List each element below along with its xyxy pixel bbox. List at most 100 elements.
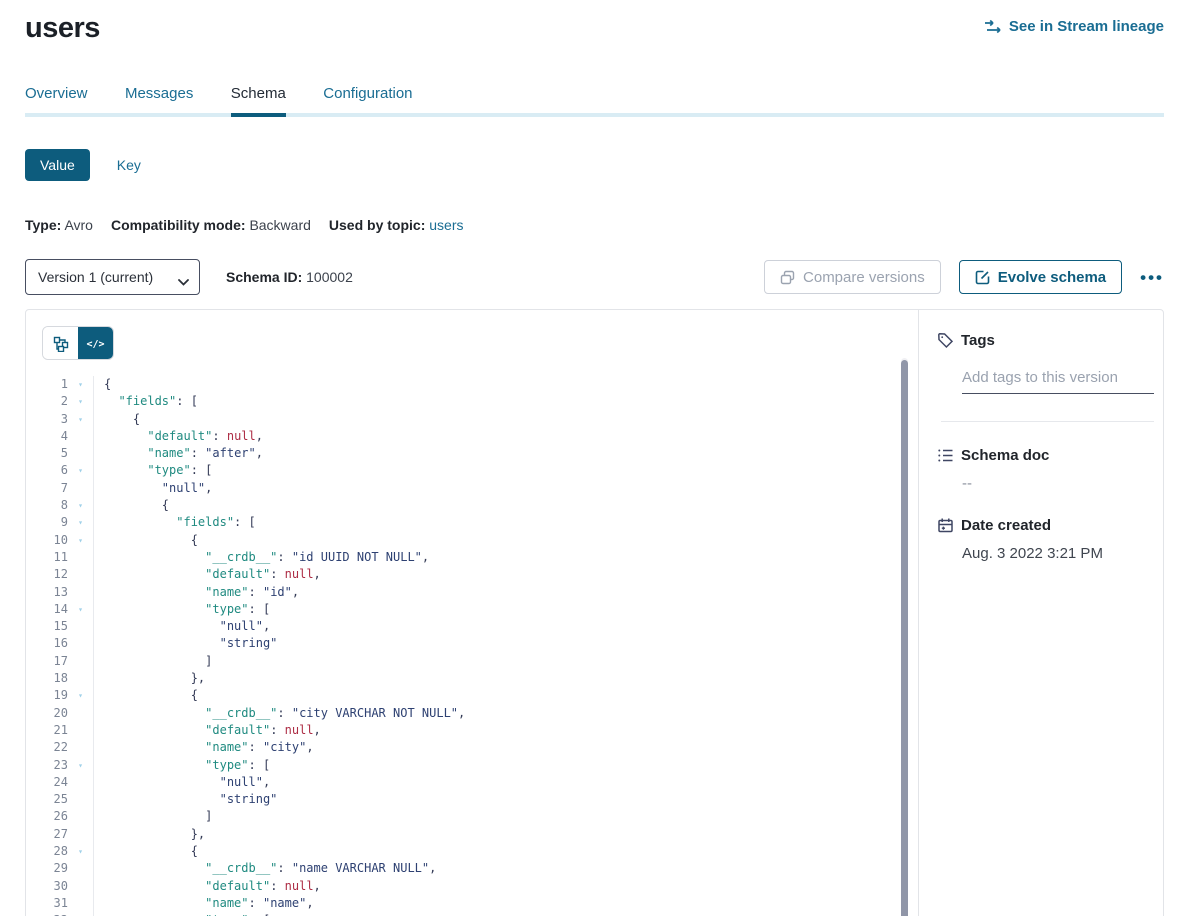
code-token: { <box>162 498 169 512</box>
date-created-title: Date created <box>961 517 1051 534</box>
fold-spacer <box>68 670 94 687</box>
edit-icon <box>975 270 990 285</box>
tree-view-button[interactable] <box>43 327 78 360</box>
fold-spacer <box>68 480 94 497</box>
code-line: 15 "null", <box>42 618 918 635</box>
code-token: , <box>314 723 321 737</box>
schema-controls-row: Version 1 (current) Schema ID: 100002 <box>25 259 1164 295</box>
code-line-text: "null", <box>94 480 212 497</box>
key-toggle-button[interactable]: Key <box>117 157 141 173</box>
tab-configuration[interactable]: Configuration <box>323 85 412 113</box>
code-line-text: { <box>94 376 111 393</box>
code-token: : <box>212 429 226 443</box>
code-line: 7 "null", <box>42 480 918 497</box>
code-token: "default" <box>205 723 270 737</box>
code-line-text: { <box>94 843 198 860</box>
code-token: , <box>422 550 429 564</box>
date-created-header: Date created <box>937 517 1154 534</box>
code-line-text: "null", <box>94 618 270 635</box>
code-token: , <box>205 481 212 495</box>
evolve-schema-button[interactable]: Evolve schema <box>959 260 1122 294</box>
code-token: : <box>249 740 263 754</box>
schema-id-group: Schema ID: 100002 <box>226 269 353 285</box>
fold-spacer <box>68 895 94 912</box>
versions-copy-icon <box>780 270 795 285</box>
line-number: 24 <box>42 774 68 791</box>
code-line: 27 }, <box>42 826 918 843</box>
used-by-topic-label: Used by topic: <box>329 217 425 233</box>
code-area[interactable]: 1▾{2▾ "fields": [3▾ {4 "default": null,5… <box>42 376 918 916</box>
code-token: "name" <box>205 740 248 754</box>
code-token: : [ <box>176 394 198 408</box>
code-line-text: "fields": [ <box>94 393 198 410</box>
code-line-text: "fields": [ <box>94 514 256 531</box>
code-line: 25 "string" <box>42 791 918 808</box>
code-view-button[interactable]: </> <box>78 327 113 360</box>
fold-spacer <box>68 445 94 462</box>
tab-messages[interactable]: Messages <box>125 85 193 113</box>
line-number: 18 <box>42 670 68 687</box>
schema-meta-row: Type: Avro Compatibility mode: Backward … <box>25 217 1164 233</box>
code-line: 24 "null", <box>42 774 918 791</box>
fold-arrow-icon[interactable]: ▾ <box>68 757 94 774</box>
compare-versions-label: Compare versions <box>803 269 925 286</box>
code-line: 9▾ "fields": [ <box>42 514 918 531</box>
code-line: 20 "__crdb__": "city VARCHAR NOT NULL", <box>42 705 918 722</box>
fold-arrow-icon[interactable]: ▾ <box>68 843 94 860</box>
line-number: 13 <box>42 584 68 601</box>
tab-overview[interactable]: Overview <box>25 85 88 113</box>
code-token: : <box>277 861 291 875</box>
code-token: "fields" <box>118 394 176 408</box>
code-token: , <box>256 446 263 460</box>
line-number: 28 <box>42 843 68 860</box>
schema-panel: </> 1▾{2▾ "fields": [3▾ {4 "default": nu… <box>25 309 1164 916</box>
compatibility-label: Compatibility mode: <box>111 217 246 233</box>
type-group: Type: Avro <box>25 217 93 233</box>
schema-doc-title: Schema doc <box>961 447 1049 464</box>
code-line-text: { <box>94 687 198 704</box>
fold-arrow-icon[interactable]: ▾ <box>68 912 94 916</box>
fold-arrow-icon[interactable]: ▾ <box>68 376 94 393</box>
stream-lineage-link[interactable]: See in Stream lineage <box>984 18 1164 35</box>
code-token: "null" <box>220 775 263 789</box>
fold-arrow-icon[interactable]: ▾ <box>68 532 94 549</box>
editor-scrollbar-thumb[interactable] <box>901 360 908 916</box>
line-number: 21 <box>42 722 68 739</box>
code-token: { <box>191 533 198 547</box>
version-select[interactable]: Version 1 (current) <box>25 259 200 295</box>
more-options-icon[interactable]: ••• <box>1140 269 1164 286</box>
fold-arrow-icon[interactable]: ▾ <box>68 687 94 704</box>
code-token: "name" <box>263 896 306 910</box>
code-token: { <box>191 688 198 702</box>
add-tags-input[interactable] <box>962 369 1154 394</box>
fold-spacer <box>68 428 94 445</box>
code-token: "type" <box>205 602 248 616</box>
fold-arrow-icon[interactable]: ▾ <box>68 411 94 428</box>
code-line: 32▾ "type": [ <box>42 912 918 916</box>
code-token: "null" <box>220 619 263 633</box>
fold-spacer <box>68 808 94 825</box>
code-token: : <box>249 896 263 910</box>
used-by-topic-link[interactable]: users <box>429 217 463 233</box>
fold-arrow-icon[interactable]: ▾ <box>68 497 94 514</box>
line-number: 1 <box>42 376 68 393</box>
code-token: "default" <box>205 567 270 581</box>
compare-versions-button[interactable]: Compare versions <box>764 260 941 294</box>
fold-arrow-icon[interactable]: ▾ <box>68 514 94 531</box>
code-token: "default" <box>205 879 270 893</box>
fold-arrow-icon[interactable]: ▾ <box>68 462 94 479</box>
code-line: 26 ] <box>42 808 918 825</box>
tab-schema[interactable]: Schema <box>231 85 286 117</box>
code-token: : [ <box>249 758 271 772</box>
line-number: 26 <box>42 808 68 825</box>
code-line-text: "name": "id", <box>94 584 299 601</box>
code-token: "name VARCHAR NULL" <box>292 861 429 875</box>
value-toggle-button[interactable]: Value <box>25 149 90 181</box>
value-key-toggle: Value Key <box>25 149 1164 181</box>
editor-view-toggle: </> <box>42 326 114 360</box>
fold-arrow-icon[interactable]: ▾ <box>68 393 94 410</box>
fold-arrow-icon[interactable]: ▾ <box>68 601 94 618</box>
schema-page: users See in Stream lineage Overview Mes… <box>0 0 1189 916</box>
calendar-plus-icon <box>937 517 954 534</box>
code-token: "name" <box>147 446 190 460</box>
